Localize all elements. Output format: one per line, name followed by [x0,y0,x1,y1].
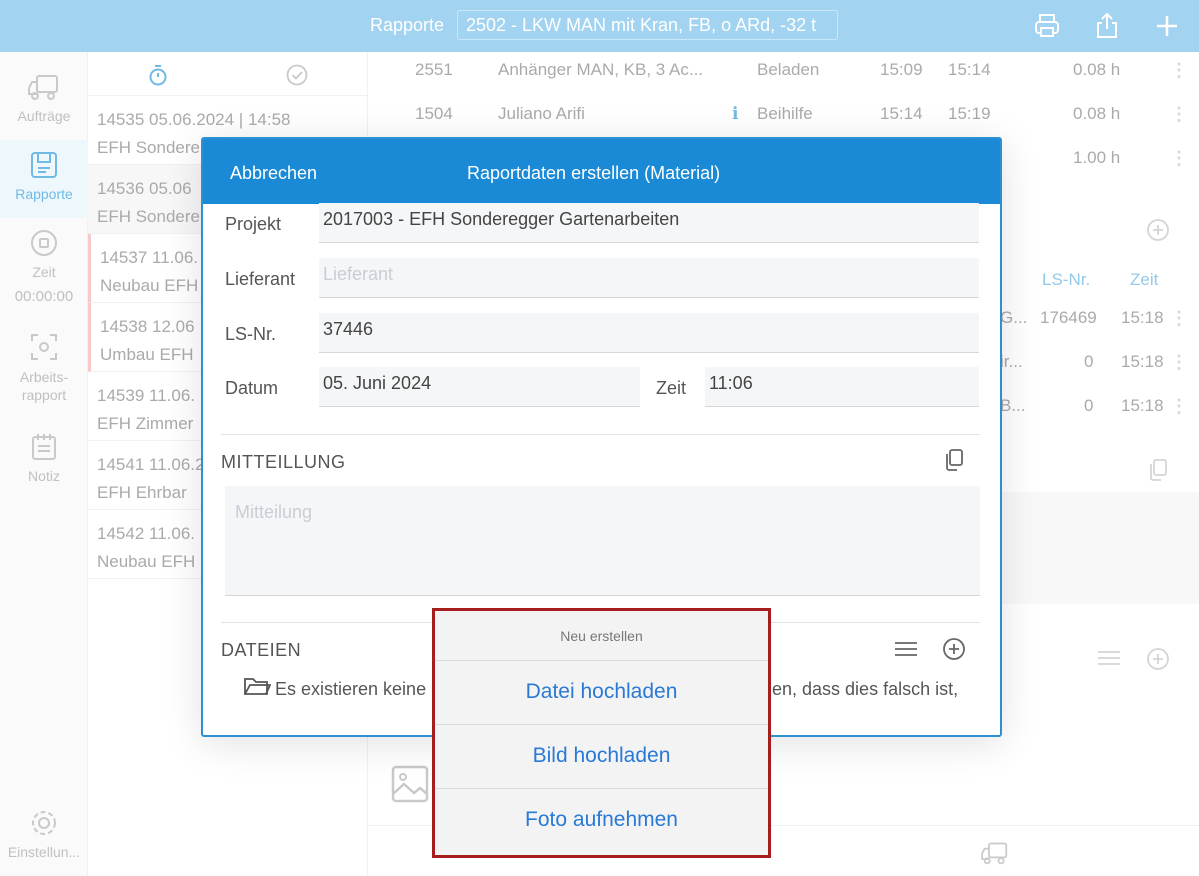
dateien-title: DATEIEN [221,640,302,660]
zeit-field[interactable]: 11:06 [705,367,979,407]
modal-title: Raportdaten erstellen (Material) [467,163,721,183]
list-icon[interactable] [893,639,919,659]
datum-label: Datum [225,378,279,398]
upload-image-button[interactable]: Bild hochladen [435,725,768,789]
datum-field[interactable]: 05. Juni 2024 [319,367,640,407]
modal-header: Abbrechen Raportdaten erstellen (Materia… [203,139,1000,204]
upload-file-button[interactable]: Datei hochladen [435,661,768,725]
mitteilung-title: MITTEILLUNG [221,452,346,472]
lieferant-field[interactable]: Lieferant [319,258,979,298]
action-sheet-title: Neu erstellen [435,611,768,661]
add-circle-icon[interactable] [942,637,966,661]
cancel-button[interactable]: Abbrechen [230,163,317,184]
empty-files-text-end: en, dass dies falsch ist, [772,679,959,699]
ls-label: LS-Nr. [225,324,277,344]
projekt-label: Projekt [225,214,282,234]
divider [221,434,980,435]
lieferant-label: Lieferant [225,269,296,289]
zeit-label: Zeit [656,378,687,398]
copy-icon[interactable] [943,448,965,472]
ls-field[interactable]: 37446 [319,313,979,353]
take-photo-button[interactable]: Foto aufnehmen [435,789,768,853]
mitteilung-textarea[interactable]: Mitteilung [225,486,980,596]
new-file-action-sheet: Neu erstellen Datei hochladen Bild hochl… [432,608,771,858]
projekt-field[interactable]: 2017003 - EFH Sonderegger Gartenarbeiten [319,203,979,243]
empty-files-text: Es existieren keine [275,679,427,699]
folder-icon [244,678,271,695]
